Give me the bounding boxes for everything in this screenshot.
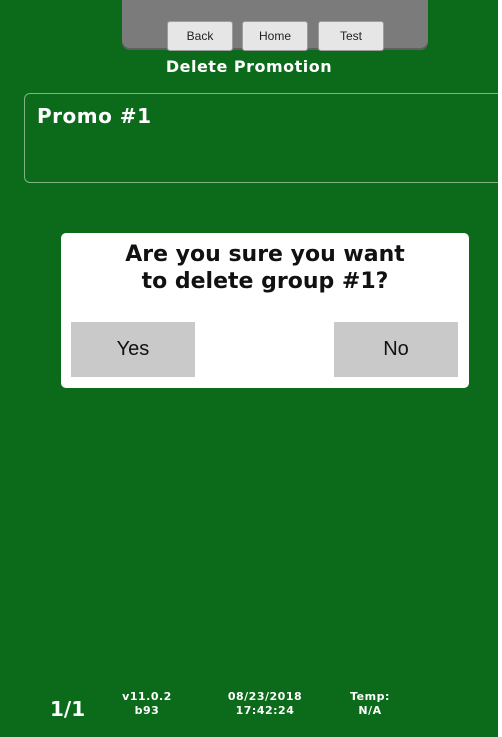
- time-text: 17:42:24: [235, 704, 295, 717]
- dialog-message-line-2: to delete group #1?: [141, 269, 389, 294]
- top-nav-bar: Back Home Test: [122, 0, 428, 51]
- right-edge: [498, 0, 502, 737]
- build-number: b93: [134, 704, 160, 717]
- promo-name: Promo #1: [37, 104, 152, 128]
- temperature: Temp: N/A: [340, 690, 400, 718]
- version-number: v11.0.2: [122, 690, 172, 703]
- date-time: 08/23/2018 17:42:24: [205, 690, 325, 718]
- promo-panel: Promo #1: [24, 93, 498, 183]
- no-button[interactable]: No: [334, 322, 458, 377]
- dialog-message-line-1: Are you sure you want: [125, 242, 405, 267]
- version-info: v11.0.2 b93: [112, 690, 182, 718]
- confirm-dialog: Are you sure you want to delete group #1…: [61, 233, 469, 388]
- screen: Back Home Test Delete Promotion Promo #1…: [0, 0, 498, 737]
- back-button[interactable]: Back: [167, 21, 233, 51]
- page-indicator: 1/1: [50, 697, 86, 721]
- temp-label: Temp:: [350, 690, 390, 703]
- home-button[interactable]: Home: [242, 21, 308, 51]
- date-text: 08/23/2018: [227, 690, 303, 703]
- temp-value: N/A: [358, 704, 382, 717]
- dialog-message: Are you sure you want to delete group #1…: [79, 241, 451, 295]
- page-title: Delete Promotion: [165, 57, 333, 76]
- yes-button[interactable]: Yes: [71, 322, 195, 377]
- test-button[interactable]: Test: [318, 21, 384, 51]
